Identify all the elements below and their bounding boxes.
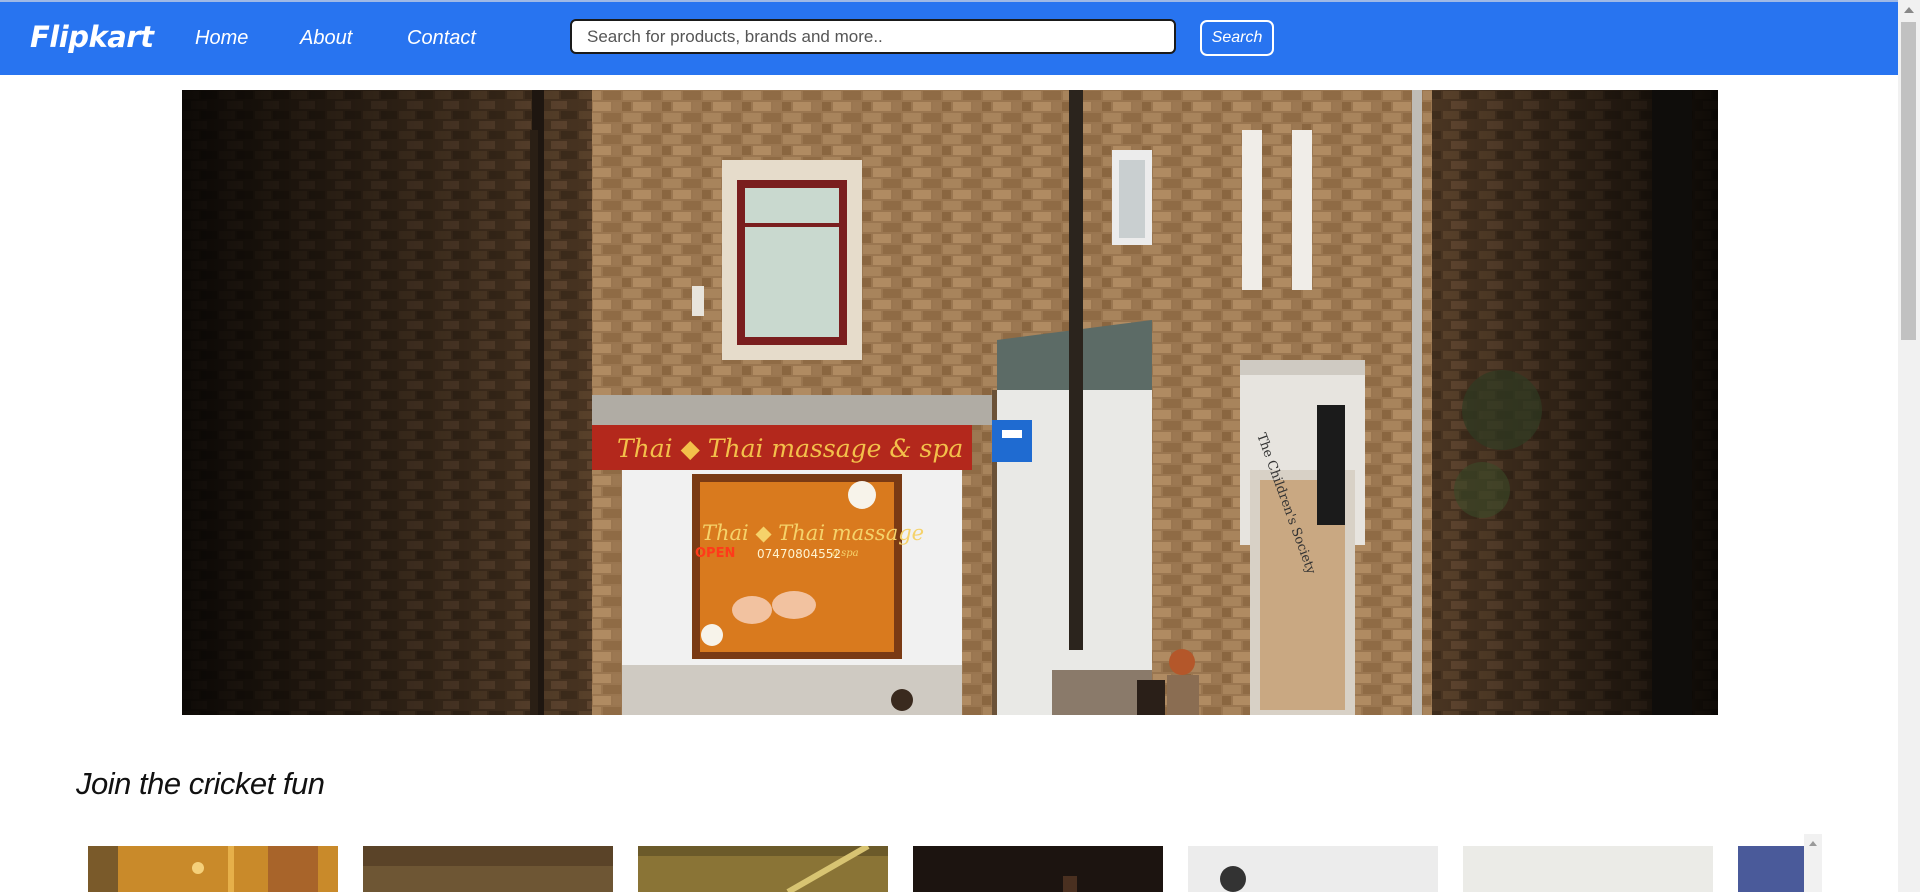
product-thumbnail	[913, 846, 1163, 892]
section-title: Join the cricket fun	[76, 766, 325, 801]
navbar: Flipkart Home About Contact Search	[0, 2, 1898, 75]
open-sign: OPEN	[695, 546, 735, 561]
search-input[interactable]	[570, 19, 1176, 54]
scroll-up-icon[interactable]	[1809, 841, 1817, 846]
hero-banner-image: Thai ◆ Thai massage & spa Thai ◆ Thai ma…	[182, 90, 1718, 715]
window-sign: Thai ◆ Thai massage	[702, 521, 924, 545]
product-card[interactable]	[638, 846, 888, 892]
nav-link-contact[interactable]: Contact	[407, 27, 476, 50]
brand-logo[interactable]: Flipkart	[30, 20, 154, 54]
scrollbar-thumb[interactable]	[1901, 22, 1916, 340]
product-thumbnail	[1463, 846, 1713, 892]
nav-link-about[interactable]: About	[300, 27, 352, 50]
page-scrollbar[interactable]	[1898, 0, 1920, 892]
product-thumbnail	[1188, 846, 1438, 892]
phone-number: 07470804552	[757, 547, 841, 561]
product-card[interactable]	[363, 846, 613, 892]
product-thumbnail	[363, 846, 613, 892]
product-card[interactable]	[1188, 846, 1438, 892]
scroll-up-icon[interactable]	[1904, 7, 1914, 13]
shop-sign: Thai ◆ Thai massage & spa	[617, 434, 963, 463]
product-card[interactable]	[88, 846, 338, 892]
product-card[interactable]	[1738, 846, 1804, 892]
product-thumbnail	[88, 846, 338, 892]
search-button[interactable]: Search	[1200, 20, 1274, 56]
product-card[interactable]	[913, 846, 1163, 892]
carousel-scrollbar[interactable]	[1804, 834, 1822, 892]
product-card[interactable]	[1463, 846, 1713, 892]
street-scene-illustration: Thai ◆ Thai massage & spa Thai ◆ Thai ma…	[182, 90, 1718, 715]
product-thumbnail	[1738, 846, 1804, 892]
nav-link-home[interactable]: Home	[195, 27, 248, 50]
product-thumbnail	[638, 846, 888, 892]
